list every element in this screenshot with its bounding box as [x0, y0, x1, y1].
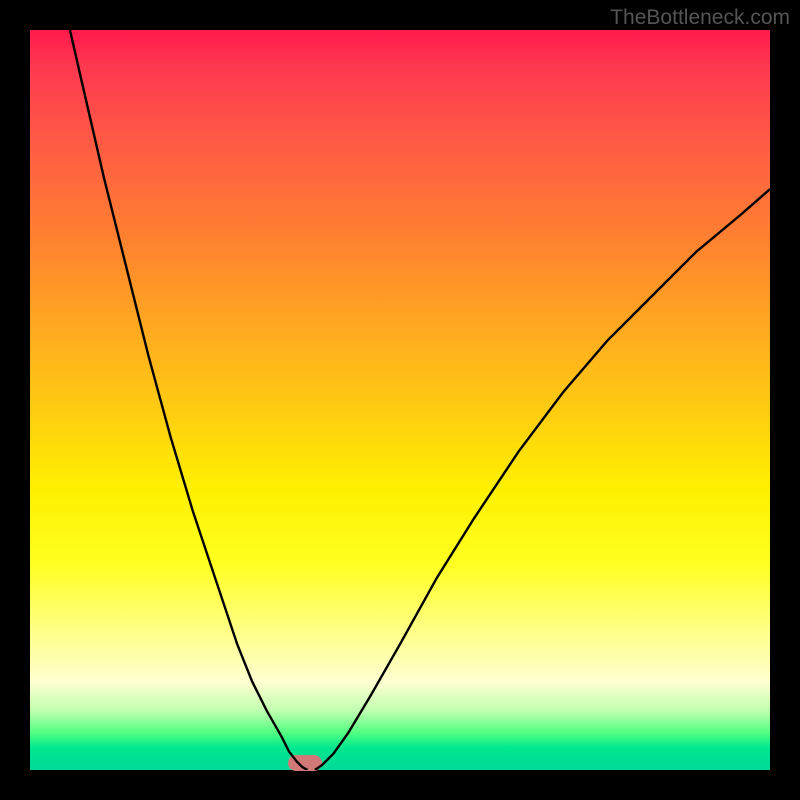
chart-container: TheBottleneck.com — [0, 0, 800, 800]
curve-svg — [30, 30, 770, 770]
plot-area — [30, 30, 770, 770]
curve-right-path — [315, 189, 770, 770]
watermark-text: TheBottleneck.com — [610, 6, 790, 30]
curve-left-path — [70, 30, 308, 770]
